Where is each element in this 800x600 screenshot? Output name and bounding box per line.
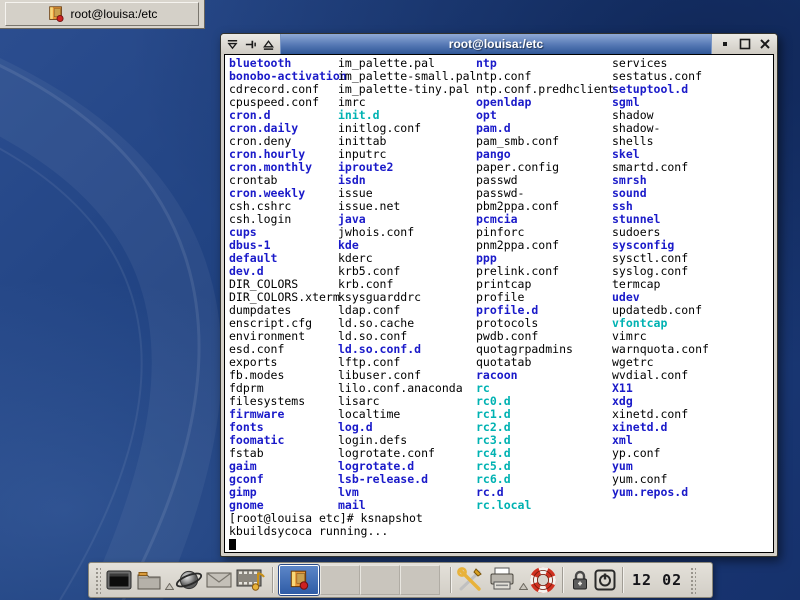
window-list-button[interactable]: root@louisa:/etc: [5, 2, 199, 26]
panel-separator: [562, 567, 564, 593]
terminal-window: root@louisa:/etc bluetoothbonobo-activat…: [220, 33, 778, 557]
bottom-panel: 12 02: [88, 562, 713, 598]
help-lifesaver-icon[interactable]: [528, 566, 558, 594]
lock-icon[interactable]: [568, 566, 592, 594]
konsole-icon: [47, 5, 65, 23]
mail-icon[interactable]: [204, 566, 234, 594]
empty-task-slot[interactable]: [320, 565, 360, 595]
titlebar-right-buttons: [712, 34, 777, 54]
power-icon[interactable]: [592, 566, 618, 594]
konsole-icon: [288, 569, 310, 591]
panel-separator: [450, 567, 452, 593]
web-browser-icon[interactable]: [174, 566, 204, 594]
listing-column: servicessestatus.confsetuptool.dsgmlshad…: [612, 57, 709, 499]
active-task-konsole-button[interactable]: [279, 565, 319, 595]
file-entry: rc.local: [476, 499, 614, 512]
window-list-button-label: root@louisa:/etc: [71, 7, 158, 21]
maximize-icon[interactable]: [737, 37, 752, 52]
empty-task-slot[interactable]: [400, 565, 440, 595]
printer-icon[interactable]: [486, 566, 518, 594]
tools-icon[interactable]: [456, 566, 486, 594]
titlebar[interactable]: root@louisa:/etc: [221, 34, 777, 54]
minimize-icon[interactable]: [717, 37, 732, 52]
titlebar-left-buttons: [221, 34, 280, 54]
pin-icon[interactable]: [243, 37, 258, 52]
file-entry: yum.repos.d: [612, 486, 709, 499]
listing-column: bluetoothbonobo-activationcdrecord.confc…: [229, 57, 347, 512]
top-panel: root@louisa:/etc: [0, 0, 205, 29]
terminal-output[interactable]: bluetoothbonobo-activationcdrecord.confc…: [224, 54, 774, 553]
status-line: kbuildsycoca running...: [229, 525, 423, 538]
close-icon[interactable]: [757, 37, 772, 52]
window-title: root@louisa:/etc: [280, 34, 712, 54]
prompt-block: [root@louisa etc]# ksnapshot kbuildsycoc…: [229, 512, 423, 550]
terminal-launcher-icon[interactable]: [104, 566, 134, 594]
panel-separator: [272, 567, 274, 593]
panel-separator: [622, 567, 624, 593]
panel-hide-handle-right[interactable]: [689, 566, 696, 594]
file-entry: racoon: [476, 369, 614, 382]
empty-task-slot[interactable]: [360, 565, 400, 595]
multimedia-icon[interactable]: [234, 566, 268, 594]
shade-icon[interactable]: [261, 37, 276, 52]
folder-popup-arrow-icon[interactable]: [164, 566, 174, 594]
file-manager-icon[interactable]: [134, 566, 164, 594]
terminal-cursor: [229, 539, 236, 550]
terminal-frame: bluetoothbonobo-activationcdrecord.confc…: [221, 54, 777, 556]
listing-column: im_palette.palim_palette-small.palim_pal…: [338, 57, 476, 512]
printer-popup-arrow-icon[interactable]: [518, 566, 528, 594]
panel-hide-handle-left[interactable]: [94, 566, 101, 594]
clock[interactable]: 12 02: [628, 571, 686, 589]
listing-column: ntpntp.confntp.conf.predhclientopenldapo…: [476, 57, 614, 512]
window-menu-icon[interactable]: [225, 37, 240, 52]
